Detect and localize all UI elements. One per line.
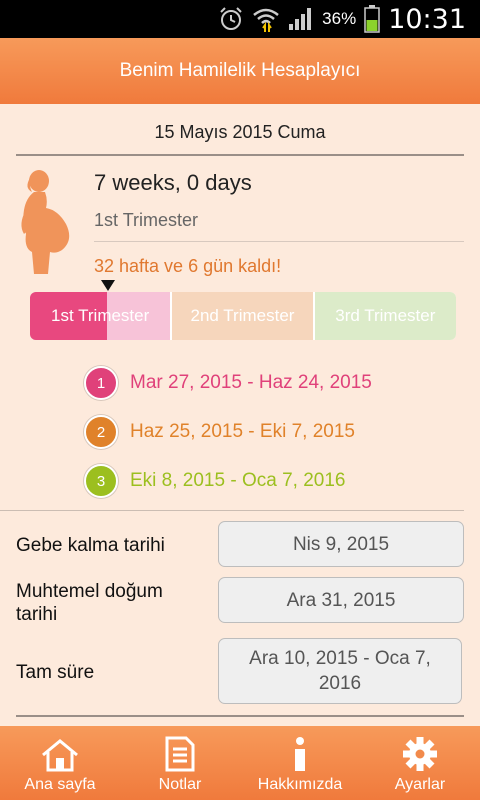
conception-date-field[interactable]: Nis 9, 2015 [218, 521, 464, 567]
trimester-2-label: 2nd Trimester [190, 306, 295, 325]
tab-settings-label: Ayarlar [394, 776, 446, 793]
trimester-2-dates: Haz 25, 2015 - Eki 7, 2015 [130, 421, 355, 442]
home-icon [42, 739, 78, 772]
trimester-2-range: 2 Haz 25, 2015 - Eki 7, 2015 [84, 415, 355, 449]
tab-about[interactable]: Hakkımızda [240, 726, 360, 800]
trimester-progress-bar: 1st Trimester 2nd Trimester 3rd Trimeste… [30, 292, 456, 340]
clock: 10:31 [388, 3, 466, 35]
full-term-field[interactable]: Ara 10, 2015 - Oca 7, 2016 [218, 638, 462, 704]
alarm-icon [220, 7, 242, 30]
main-content[interactable]: 15 Mayıs 2015 Cuma 7 weeks, 0 days 1st T… [0, 104, 480, 724]
trimester-1-dates: Mar 27, 2015 - Haz 24, 2015 [130, 372, 372, 393]
divider [94, 241, 464, 242]
wifi-icon [253, 8, 279, 32]
conception-label: Gebe kalma tarihi [16, 535, 165, 556]
current-date: 15 Mayıs 2015 Cuma [154, 122, 326, 142]
tab-notes[interactable]: Notlar [120, 726, 240, 800]
trimester-3-segment: 3rd Trimester [312, 292, 456, 340]
divider [16, 154, 464, 156]
current-trimester: 1st Trimester [94, 210, 199, 230]
info-icon [295, 737, 305, 771]
trimester-2-segment: 2nd Trimester [170, 292, 313, 340]
divider [0, 510, 464, 511]
battery-icon [364, 5, 380, 33]
battery-percent: 36% [322, 9, 357, 28]
trimester-1-badge: 1 [84, 366, 118, 400]
full-term-label: Tam süre [16, 662, 95, 683]
tab-home-label: Ana sayfa [24, 776, 96, 793]
tab-about-label: Hakkımızda [257, 776, 343, 793]
bottom-tab-bar: Ana sayfa Notlar Hakkımızda Ayarlar [0, 726, 480, 800]
tab-settings[interactable]: Ayarlar [360, 726, 480, 800]
weeks-days: 7 weeks, 0 days [94, 170, 252, 195]
app-title-bar: Benim Hamilelik Hesaplayıcı [0, 38, 480, 104]
due-date-field[interactable]: Ara 31, 2015 [218, 577, 464, 623]
progress-marker [101, 280, 115, 291]
status-icons: 36% 10:31 [218, 0, 466, 38]
remaining-text: 32 hafta ve 6 gün kaldı! [94, 256, 282, 276]
tab-home[interactable]: Ana sayfa [0, 726, 120, 800]
gear-icon [403, 737, 437, 771]
trimester-3-range: 3 Eki 8, 2015 - Oca 7, 2016 [84, 464, 345, 498]
trimester-2-badge: 2 [84, 415, 118, 449]
trimester-3-badge: 3 [84, 464, 118, 498]
due-date-label: Muhtemel doğum tarihi [16, 581, 163, 625]
trimester-3-label: 3rd Trimester [335, 306, 436, 325]
trimester-1-range: 1 Mar 27, 2015 - Haz 24, 2015 [84, 366, 372, 400]
app-title: Benim Hamilelik Hesaplayıcı [119, 60, 361, 81]
pregnant-woman-icon [21, 170, 70, 274]
tab-notes-label: Notlar [158, 776, 202, 793]
trimester-1-label: 1st Trimester [51, 306, 150, 325]
notes-icon [165, 736, 195, 772]
trimester-1-segment: 1st Trimester [30, 292, 171, 340]
status-bar: 36% 10:31 [0, 0, 480, 38]
signal-icon [289, 8, 312, 30]
divider [16, 715, 464, 717]
trimester-3-dates: Eki 8, 2015 - Oca 7, 2016 [130, 470, 346, 491]
